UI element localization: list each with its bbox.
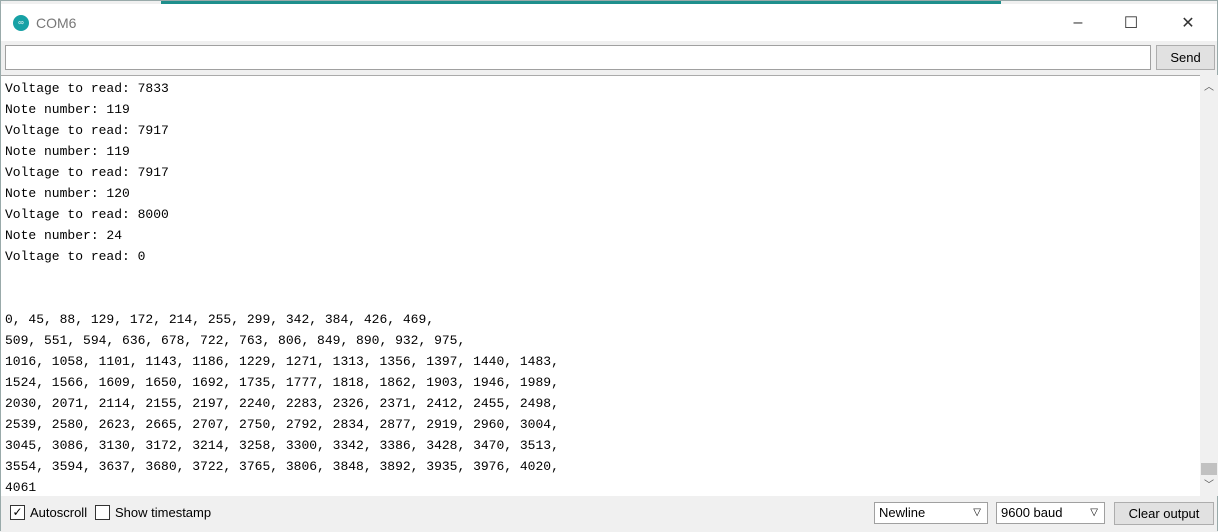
minimize-button[interactable]: – — [1051, 4, 1105, 41]
scroll-up-icon[interactable]: ︿ — [1200, 78, 1218, 95]
send-button[interactable]: Send — [1156, 45, 1215, 70]
output-line: Voltage to read: 7917 — [5, 123, 169, 138]
serial-output[interactable]: Voltage to read: 7833 Note number: 119 Vol… — [1, 75, 1200, 496]
output-line: Note number: 24 — [5, 228, 123, 243]
checkbox-box — [95, 505, 110, 520]
output-line: 3045, 3086, 3130, 3172, 3214, 3258, 3300… — [5, 438, 559, 453]
output-line: Voltage to read: 7917 — [5, 165, 169, 180]
line-ending-value: Newline — [879, 505, 926, 520]
maximize-button[interactable]: ☐ — [1104, 4, 1158, 41]
output-line: 2539, 2580, 2623, 2665, 2707, 2750, 2792… — [5, 417, 559, 432]
output-line: 509, 551, 594, 636, 678, 722, 763, 806, … — [5, 333, 466, 348]
chevron-down-icon: ▽ — [1090, 507, 1098, 518]
scroll-down-icon[interactable]: ﹀ — [1200, 476, 1218, 493]
line-ending-select[interactable]: Newline ▽ — [874, 502, 988, 524]
show-timestamp-checkbox[interactable]: Show timestamp — [95, 505, 211, 520]
output-line: 0, 45, 88, 129, 172, 214, 255, 299, 342,… — [5, 312, 435, 327]
output-line: 2030, 2071, 2114, 2155, 2197, 2240, 2283… — [5, 396, 559, 411]
output-line: Voltage to read: 7833 — [5, 81, 169, 96]
clear-output-button[interactable]: Clear output — [1114, 502, 1214, 525]
chevron-down-icon: ▽ — [973, 507, 981, 518]
output-line: 3554, 3594, 3637, 3680, 3722, 3765, 3806… — [5, 459, 559, 474]
output-line: 1016, 1058, 1101, 1143, 1186, 1229, 1271… — [5, 354, 559, 369]
output-line: 4061 — [5, 480, 37, 495]
output-line: Note number: 120 — [5, 186, 130, 201]
output-line: Note number: 119 — [5, 144, 130, 159]
title-bar: ∞ COM6 – ☐ ✕ — [1, 4, 1217, 41]
output-line: Voltage to read: 0 — [5, 249, 146, 264]
close-button[interactable]: ✕ — [1161, 4, 1215, 41]
show-timestamp-label: Show timestamp — [115, 505, 212, 520]
scroll-thumb[interactable] — [1201, 463, 1217, 475]
vertical-scrollbar[interactable]: ︿ ﹀ — [1200, 75, 1218, 496]
output-line: 1524, 1566, 1609, 1650, 1692, 1735, 1777… — [5, 375, 559, 390]
arduino-logo-icon: ∞ — [13, 14, 29, 31]
output-line: Note number: 119 — [5, 102, 130, 117]
check-icon: ✓ — [10, 505, 25, 520]
window-title: COM6 — [36, 14, 77, 31]
baud-value: 9600 baud — [1001, 505, 1063, 520]
autoscroll-checkbox[interactable]: ✓ Autoscroll — [10, 505, 87, 520]
autoscroll-label: Autoscroll — [30, 505, 88, 520]
output-line: Voltage to read: 8000 — [5, 207, 169, 222]
serial-input[interactable] — [5, 45, 1151, 70]
baud-rate-select[interactable]: 9600 baud ▽ — [996, 502, 1105, 524]
